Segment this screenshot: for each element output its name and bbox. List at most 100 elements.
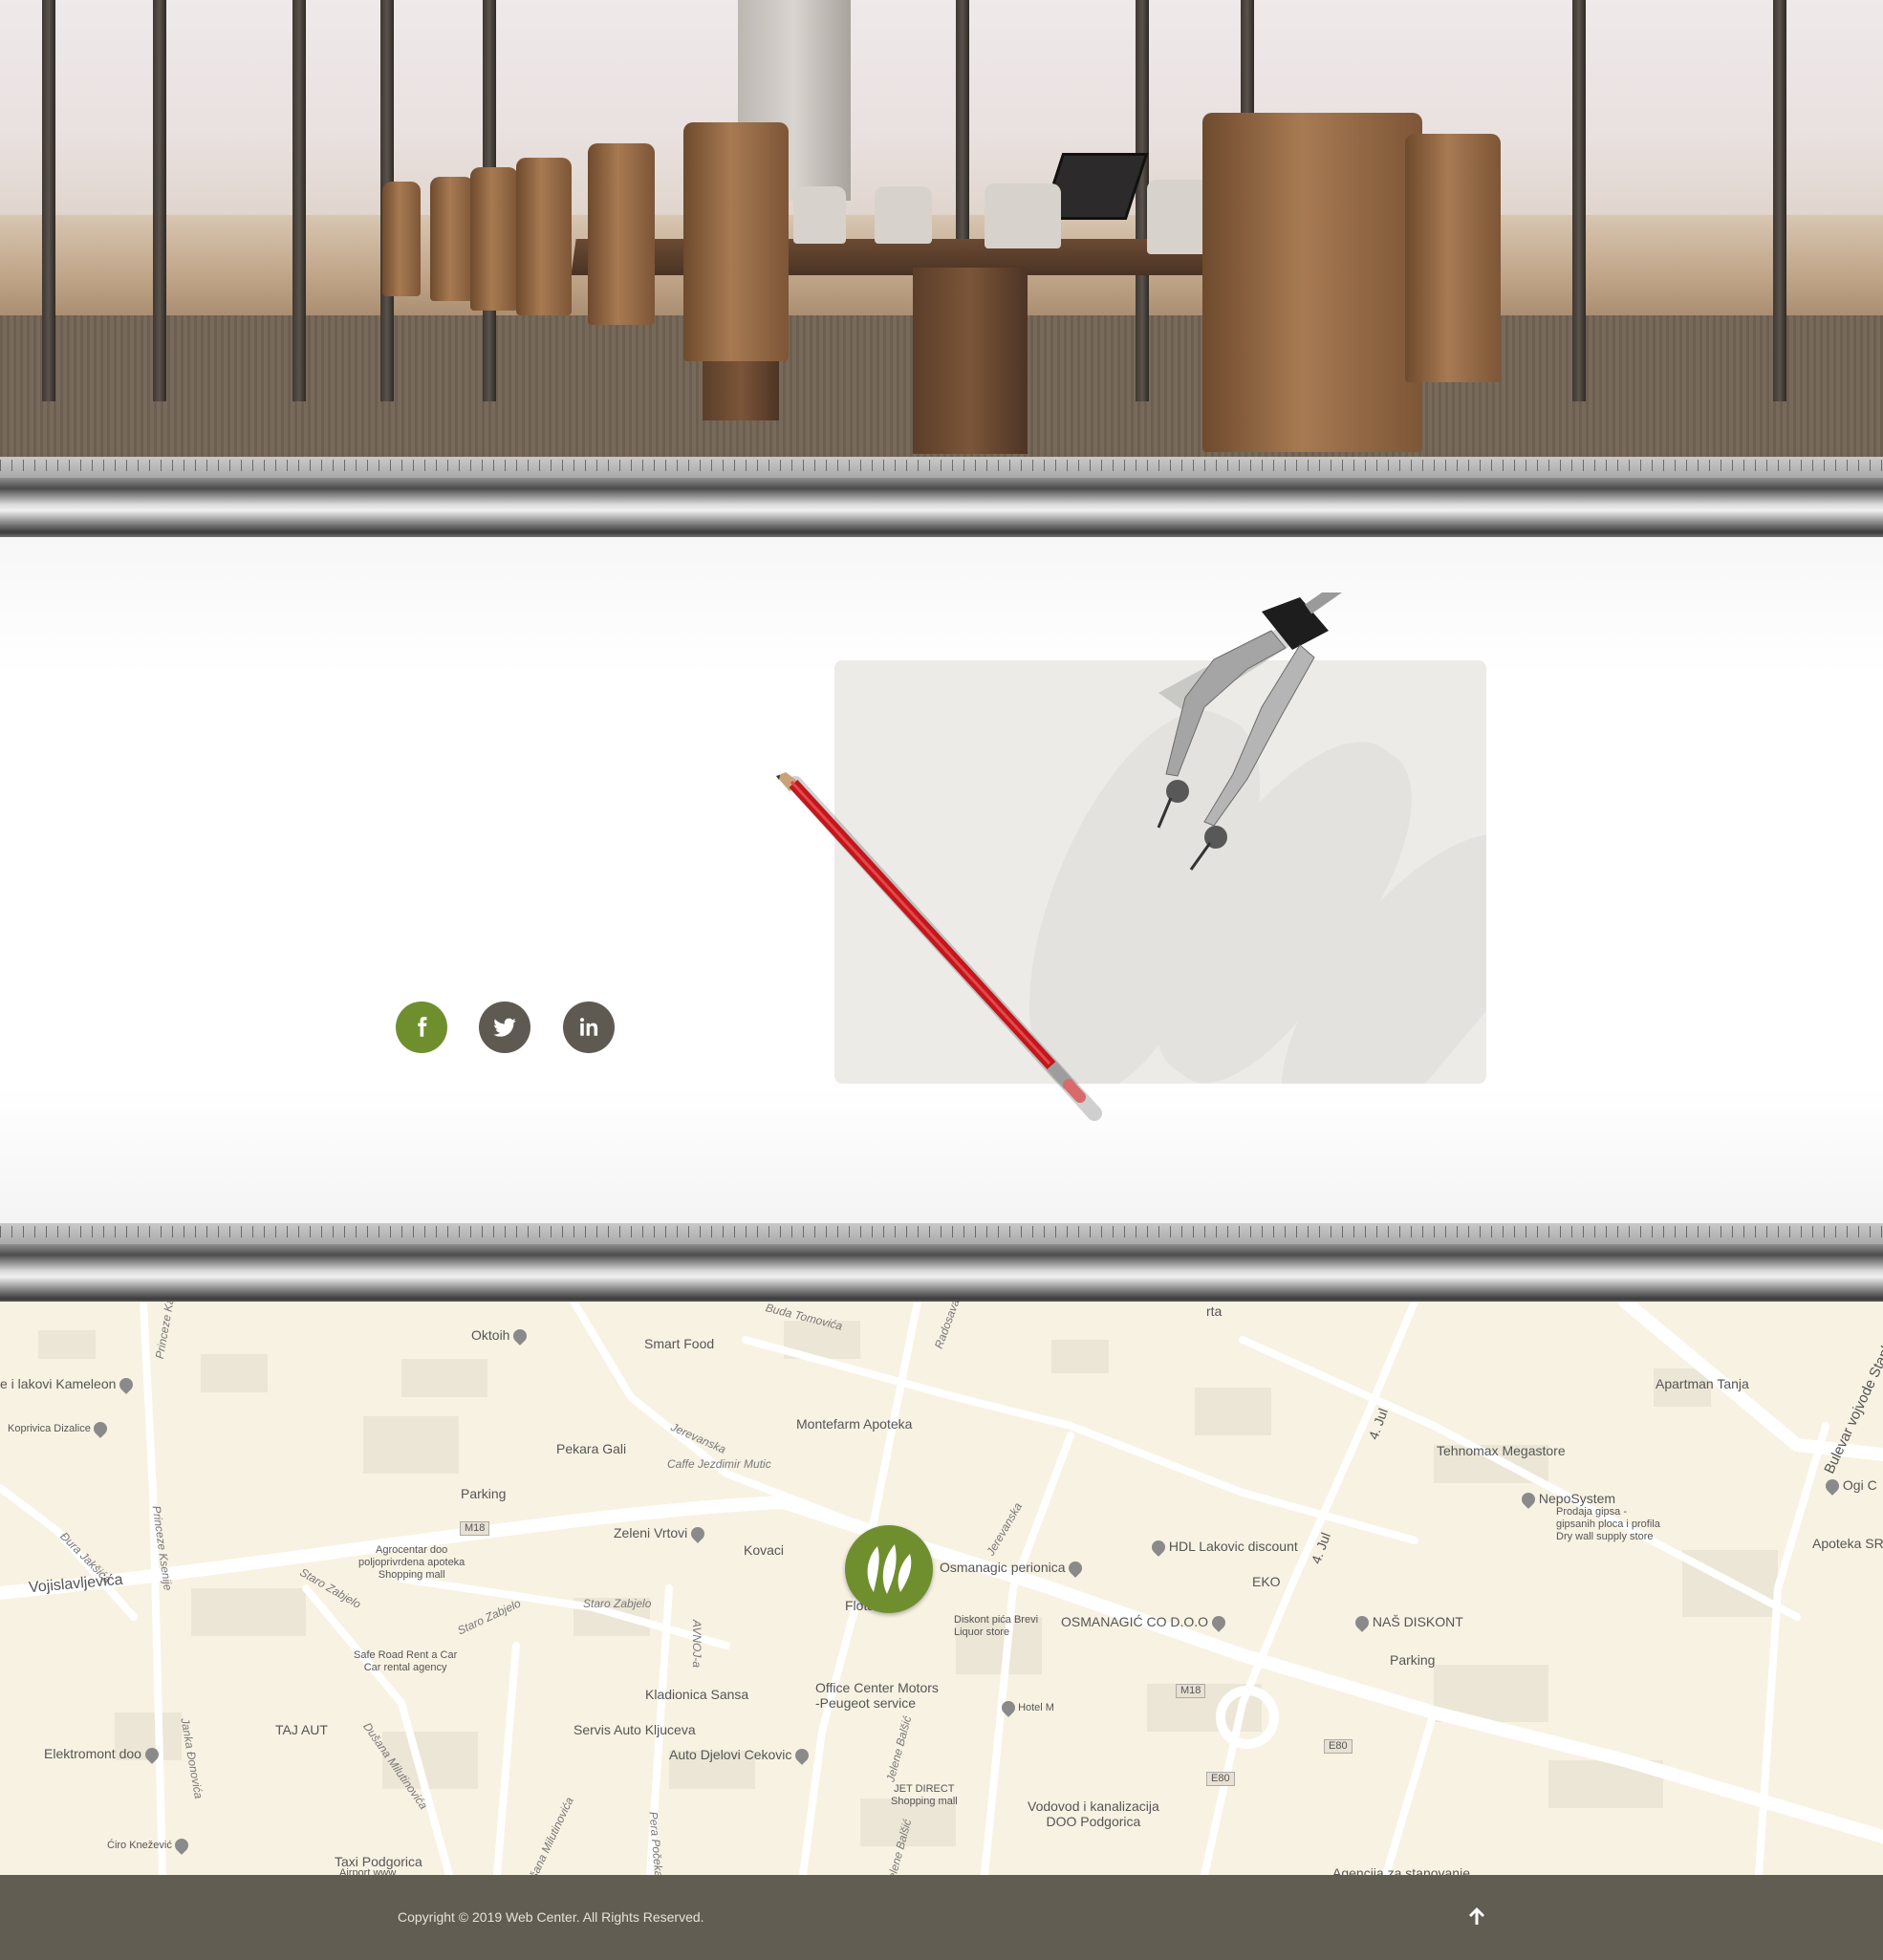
place-label: Smart Food (644, 1336, 715, 1351)
map-place[interactable]: e i lakovi Kameleon (0, 1375, 137, 1395)
page: { "social": { "facebook": "facebook", "t… (0, 0, 1883, 1960)
ruler-ticks (0, 460, 1883, 471)
place-label: Oktoih (471, 1327, 510, 1343)
map-pin-icon (999, 1698, 1018, 1717)
compass-icon (1157, 592, 1343, 871)
map-place[interactable]: OSMANAGIĆ CO D.O.O (1061, 1613, 1228, 1633)
map-pin-icon (172, 1836, 191, 1855)
place-label: Hotel M (1018, 1701, 1054, 1713)
linkedin-button[interactable] (563, 1002, 615, 1053)
map-pin-icon (90, 1419, 110, 1438)
place-label: Auto Djelovi Cekovic (669, 1747, 792, 1762)
place-label: NepoSystem (1538, 1491, 1616, 1506)
footer: Copyright © 2019 Web Center. All Rights … (0, 1875, 1883, 1960)
facebook-button[interactable] (396, 1002, 447, 1053)
map-pin-icon (1823, 1476, 1842, 1497)
map-place[interactable]: Airport www (339, 1867, 396, 1875)
street-label: rta (1206, 1303, 1223, 1319)
map-place[interactable]: Osmanagic perionica (940, 1559, 1086, 1579)
copyright-text: Copyright © 2019 Web Center. All Rights … (398, 1909, 704, 1925)
hero-conference-room-image (0, 0, 1883, 457)
twitter-icon (493, 1018, 516, 1037)
place-label: Tehnomax Megastore (1437, 1443, 1566, 1458)
place-label: Apoteka SR (1812, 1536, 1883, 1551)
map-place[interactable]: Auto Djelovi Cekovic (669, 1746, 812, 1766)
place-label: Pekara Gali (556, 1441, 627, 1456)
place-label: Servis Auto Kljuceva (574, 1722, 696, 1737)
map-place[interactable]: Oktoih (471, 1326, 530, 1346)
table-leg (913, 268, 1028, 454)
drawing-tools-illustration (776, 592, 1343, 1121)
map-place[interactable]: Koprivica Dizalice (8, 1419, 110, 1438)
street-label: Staro Zabjelo (583, 1597, 652, 1610)
map-pin-icon (1519, 1490, 1538, 1510)
metal-bar (0, 1244, 1883, 1303)
map-place[interactable]: JET DIRECT Shopping mall (891, 1783, 958, 1808)
place-label: OSMANAGIĆ CO D.O.O (1061, 1614, 1209, 1629)
map-place[interactable]: Agencija za stanovanje (1332, 1865, 1470, 1875)
map-place[interactable]: Safe Road Rent a Car Car rental agency (354, 1649, 457, 1674)
map-place[interactable]: Diskont pića Brevi Liquor store (954, 1614, 1038, 1639)
back-to-top-button[interactable] (1462, 1902, 1491, 1930)
map-place[interactable]: NAŠ DISKONT (1353, 1613, 1463, 1633)
chair (1202, 113, 1422, 452)
map-place[interactable]: Kladionica Sansa (645, 1687, 748, 1702)
arrow-up-icon (1469, 1907, 1484, 1925)
linkedin-icon (579, 1018, 598, 1036)
map-place[interactable]: TAJ AUT (275, 1722, 328, 1737)
map-place[interactable]: Smart Food (644, 1336, 714, 1351)
place-label: Elektromont doo (44, 1746, 141, 1761)
company-location-marker[interactable] (845, 1525, 933, 1613)
location-map[interactable]: Oktoih Smart Food Buda Tomovića Radosava… (0, 1302, 1883, 1875)
window-frame (1572, 0, 1586, 401)
map-place[interactable]: Zeleni Vrtovi (614, 1524, 708, 1544)
map-place[interactable]: Tehnomax Megastore (1437, 1443, 1566, 1458)
map-place[interactable]: Elektromont doo (44, 1745, 162, 1765)
place-label: NAŠ DISKONT (1372, 1614, 1463, 1629)
map-place[interactable]: Pekara Gali (556, 1441, 626, 1456)
map-place[interactable]: Parking (461, 1486, 506, 1501)
ruler-ticks (0, 1226, 1883, 1238)
twitter-button[interactable] (479, 1002, 530, 1053)
place-label: Ogi C (1842, 1477, 1877, 1493)
map-place[interactable]: EKO (1252, 1574, 1281, 1589)
place-label: Koprivica Dizalice (8, 1422, 91, 1434)
map-place[interactable]: Vodovod i kanalizacija DOO Podgorica (1028, 1798, 1159, 1829)
map-place[interactable]: Servis Auto Kljuceva (574, 1722, 696, 1737)
map-place[interactable]: Parking (1390, 1652, 1435, 1668)
map-place[interactable]: Caffe Jezdimir Mutic (667, 1456, 771, 1472)
pencil-icon (776, 772, 1102, 1121)
road-shield: E80 (1324, 1739, 1353, 1754)
road-shield: E80 (1206, 1772, 1235, 1786)
map-place[interactable]: NepoSystem (1519, 1490, 1616, 1510)
map-pin-icon (1353, 1613, 1372, 1633)
road-shield: M18 (1176, 1684, 1206, 1698)
metal-ruler-divider-bottom (0, 1223, 1883, 1303)
place-label: HDL Lakovic discount (1168, 1539, 1298, 1554)
chair (430, 177, 474, 301)
map-pin-icon (1209, 1613, 1228, 1633)
map-place[interactable]: Ogi C (1823, 1476, 1877, 1497)
map-pin-icon (510, 1326, 530, 1346)
place-label: Parking (461, 1486, 507, 1501)
place-label: TAJ AUT (275, 1722, 328, 1737)
place-label: e i lakovi Kameleon (0, 1376, 117, 1391)
map-place[interactable]: Apartman Tanja (1656, 1376, 1749, 1391)
map-pin-icon (141, 1745, 162, 1765)
place-label: Zeleni Vrtovi (614, 1525, 688, 1540)
map-place[interactable]: Apoteka SR (1812, 1536, 1883, 1551)
chair (875, 186, 932, 244)
map-place[interactable]: Agrocentar doo poljoprivrdena apoteka Sh… (358, 1544, 465, 1582)
chair (793, 186, 846, 244)
street-label: AVNOJ-a (690, 1619, 704, 1669)
map-place-description: Prodaja gipsa - gipsanih ploca i profila… (1556, 1506, 1660, 1542)
map-place[interactable]: Office Center Motors -Peugeot service (815, 1680, 939, 1711)
road-shield: M18 (460, 1521, 490, 1536)
map-place[interactable]: Montefarm Apoteka (796, 1416, 912, 1432)
map-place[interactable]: HDL Lakovic discount (1149, 1538, 1298, 1558)
map-pin-icon (688, 1524, 708, 1544)
map-place[interactable]: Hotel M (999, 1698, 1054, 1717)
map-pin-icon (117, 1375, 137, 1395)
map-place[interactable]: Kovaci (744, 1542, 784, 1558)
map-place[interactable]: Ćiro Knežević (107, 1836, 191, 1855)
